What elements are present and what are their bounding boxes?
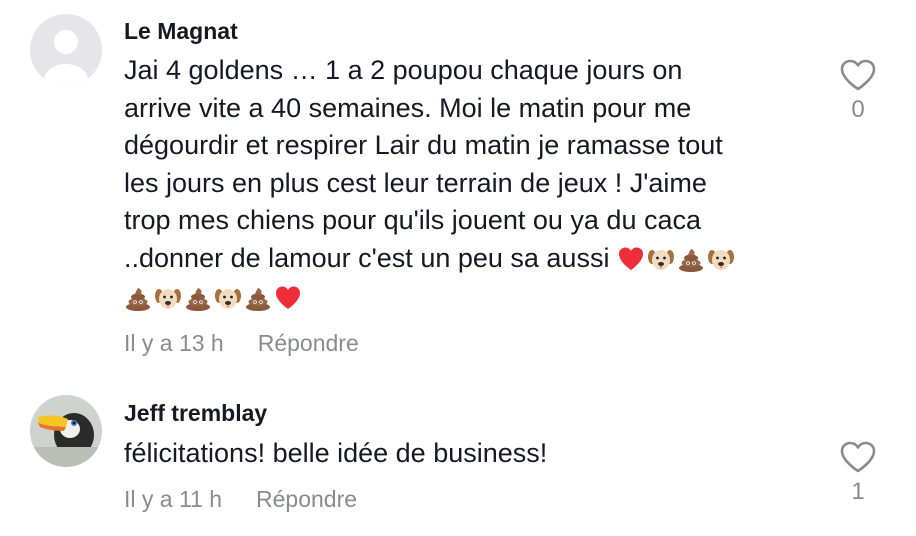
reply-button[interactable]: Répondre bbox=[256, 486, 357, 513]
like-button[interactable]: 1 bbox=[836, 440, 880, 506]
comment-emoji-line bbox=[124, 277, 804, 315]
comment-text-line-with-emoji: ..donner de lamour c'est un peu sa aussi bbox=[124, 240, 804, 278]
heart-outline-icon bbox=[840, 441, 876, 473]
dog-face-emoji-icon bbox=[215, 288, 241, 309]
comment-username[interactable]: Le Magnat bbox=[124, 18, 238, 45]
comment-timestamp: Il y a 11 h bbox=[124, 486, 223, 512]
like-count: 1 bbox=[851, 478, 865, 505]
red-heart-emoji-icon bbox=[618, 247, 643, 271]
poop-emoji-icon bbox=[246, 287, 270, 311]
like-count: 0 bbox=[851, 96, 865, 123]
comment-item: Jeff tremblay félicitations! belle idée … bbox=[0, 380, 916, 536]
avatar[interactable] bbox=[30, 14, 102, 86]
poop-emoji-icon bbox=[678, 249, 703, 273]
poop-emoji-icon bbox=[186, 287, 210, 311]
comment-text-line: Jai 4 goldens … 1 a 2 poupou chaque jour… bbox=[124, 55, 683, 85]
comment-meta: Il y a 13 h Répondre bbox=[124, 330, 359, 357]
default-user-avatar-icon bbox=[30, 14, 102, 86]
like-button[interactable]: 0 bbox=[836, 58, 880, 124]
comment-meta: Il y a 11 h Répondre bbox=[124, 486, 357, 513]
comment-username[interactable]: Jeff tremblay bbox=[124, 400, 267, 427]
comment-text-line: trop mes chiens pour qu'ils jouent ou ya… bbox=[124, 205, 701, 235]
red-heart-emoji-icon bbox=[276, 286, 300, 309]
heart-outline-icon bbox=[840, 59, 876, 91]
emoji-row bbox=[124, 284, 302, 312]
dog-face-emoji-icon bbox=[155, 288, 181, 309]
toucan-avatar-icon bbox=[30, 395, 102, 467]
reply-button[interactable]: Répondre bbox=[258, 330, 359, 357]
comment-timestamp: Il y a 13 h bbox=[124, 330, 224, 356]
comment-text-segment: ..donner de lamour c'est un peu sa aussi bbox=[124, 242, 610, 273]
comment-text: félicitations! belle idée de business! bbox=[124, 435, 804, 473]
comment-text-line: arrive vite a 40 semaines. Moi le matin … bbox=[124, 92, 692, 123]
dog-face-emoji-icon bbox=[707, 250, 734, 271]
comment-text: Jai 4 goldens … 1 a 2 poupou chaque jour… bbox=[124, 52, 804, 315]
dog-face-emoji-icon bbox=[647, 250, 674, 271]
comment-text-line: félicitations! belle idée de business! bbox=[124, 438, 548, 468]
comment-item: Le Magnat Jai 4 goldens … 1 a 2 poupou c… bbox=[0, 0, 916, 380]
emoji-row bbox=[617, 245, 735, 273]
comment-text-line: les jours en plus cest leur terrain de j… bbox=[124, 167, 707, 198]
poop-emoji-icon bbox=[126, 287, 150, 311]
comment-text-line: dégourdir et respirer Lair du matin je r… bbox=[124, 130, 723, 160]
avatar[interactable] bbox=[30, 395, 102, 467]
